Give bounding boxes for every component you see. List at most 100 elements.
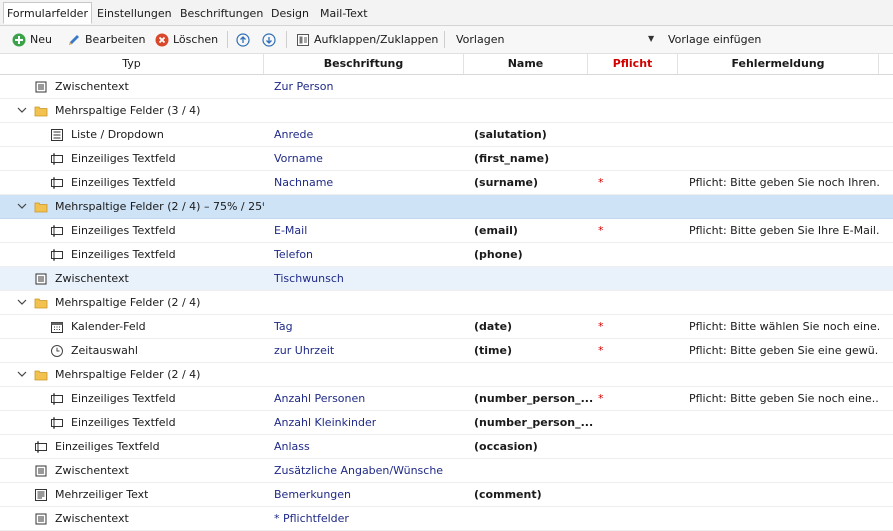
row-type: Zwischentext xyxy=(55,464,129,477)
insert-template-button[interactable]: Vorlage einfügen xyxy=(668,26,761,53)
row-caption: Bemerkungen xyxy=(274,488,352,501)
text-block-icon xyxy=(34,272,48,286)
tab-beschriftungen[interactable]: Beschriftungen xyxy=(180,3,263,24)
new-button-label: Neu xyxy=(30,33,52,46)
table-row[interactable]: Mehrspaltige Felder (3 / 4) xyxy=(0,99,893,123)
row-name: (email) xyxy=(474,224,518,237)
column-header-error[interactable]: Fehlermeldung xyxy=(678,54,879,74)
row-name: (date) xyxy=(474,320,513,333)
tab-mail-text[interactable]: Mail-Text xyxy=(320,3,368,24)
row-caption: Anzahl Personen xyxy=(274,392,366,405)
row-caption: zur Uhrzeit xyxy=(274,344,335,357)
tab-design[interactable]: Design xyxy=(271,3,309,24)
chevron-down-icon[interactable] xyxy=(17,201,27,211)
table-row[interactable]: Mehrspaltige Felder (2 / 4) xyxy=(0,291,893,315)
list-dropdown-icon xyxy=(50,128,64,142)
table-row[interactable]: Einzeiliges Textfeld Nachname (surname) … xyxy=(0,171,893,195)
arrow-up-icon xyxy=(236,32,250,47)
table-row[interactable]: Liste / Dropdown Anrede (salutation) xyxy=(0,123,893,147)
move-up-button[interactable] xyxy=(236,26,254,53)
calendar-icon xyxy=(50,320,64,334)
column-header: Typ Beschriftung Name Pflicht Fehlermeld… xyxy=(0,54,893,75)
table-row[interactable]: Zwischentext Zur Person xyxy=(0,75,893,99)
plus-circle-icon xyxy=(12,33,26,47)
table-row[interactable]: Einzeiliges Textfeld Anlass (occasion) xyxy=(0,435,893,459)
row-name: (number_person_... xyxy=(474,392,594,405)
table-row[interactable]: Zwischentext Zusätzliche Angaben/Wünsche xyxy=(0,459,893,483)
row-type: Zwischentext xyxy=(55,512,129,525)
chevron-down-icon[interactable]: ▼ xyxy=(648,34,654,43)
templates-dropdown[interactable]: Vorlagen xyxy=(456,26,504,53)
text-block-icon xyxy=(34,80,48,94)
row-caption: Nachname xyxy=(274,176,334,189)
column-header-typ[interactable]: Typ xyxy=(0,54,264,74)
text-field-icon xyxy=(50,392,64,406)
table-row[interactable]: Mehrspaltige Felder (2 / 4) – 75% / 25% xyxy=(0,195,893,219)
table-row[interactable]: Zwischentext Tischwunsch xyxy=(0,267,893,291)
table-row[interactable]: Kalender-Feld Tag (date) * Pflicht: Bitt… xyxy=(0,315,893,339)
row-type: Mehrzeiliger Text xyxy=(55,488,149,501)
row-required: * xyxy=(598,176,604,189)
new-button[interactable]: Neu xyxy=(12,26,52,53)
row-error: Pflicht: Bitte geben Sie noch Ihren... xyxy=(689,176,879,189)
multiline-text-icon xyxy=(34,488,48,502)
row-caption: Vorname xyxy=(274,152,323,165)
folder-icon xyxy=(34,104,48,118)
table-row[interactable]: Mehrspaltige Felder (2 / 4) xyxy=(0,363,893,387)
chevron-down-icon[interactable] xyxy=(17,369,27,379)
row-name: (comment) xyxy=(474,488,542,501)
tab-formularfelder[interactable]: Formularfelder xyxy=(3,2,92,24)
templates-label: Vorlagen xyxy=(456,33,505,46)
row-caption: Anzahl Kleinkinder xyxy=(274,416,377,429)
table-row[interactable]: Zwischentext * Pflichtfelder xyxy=(0,507,893,531)
table-row[interactable]: Einzeiliges Textfeld Anzahl Kleinkinder … xyxy=(0,411,893,435)
chevron-down-icon[interactable] xyxy=(17,105,27,115)
text-field-icon xyxy=(34,440,48,454)
arrow-down-icon xyxy=(262,32,276,47)
tab-einstellungen[interactable]: Einstellungen xyxy=(97,3,172,24)
text-field-icon xyxy=(50,416,64,430)
row-type: Mehrspaltige Felder (2 / 4) – 75% / 25% xyxy=(55,200,264,213)
row-type: Kalender-Feld xyxy=(71,320,146,333)
table-row[interactable]: Einzeiliges Textfeld E-Mail (email) * Pf… xyxy=(0,219,893,243)
row-type: Einzeiliges Textfeld xyxy=(71,224,176,237)
row-error: Pflicht: Bitte geben Sie Ihre E-Mail... xyxy=(689,224,879,237)
table-row[interactable]: Einzeiliges Textfeld Anzahl Personen (nu… xyxy=(0,387,893,411)
column-header-caption[interactable]: Beschriftung xyxy=(264,54,464,74)
toolbar: Neu Bearbeiten Löschen Aufklappen/Zuklap… xyxy=(0,26,893,54)
table-row[interactable]: Mehrzeiliger Text Bemerkungen (comment) xyxy=(0,483,893,507)
text-field-icon xyxy=(50,224,64,238)
delete-circle-icon xyxy=(155,33,169,47)
folder-icon xyxy=(34,368,48,382)
text-field-icon xyxy=(50,176,64,190)
delete-button[interactable]: Löschen xyxy=(155,26,218,53)
row-type: Zeitauswahl xyxy=(71,344,138,357)
row-required: * xyxy=(598,224,604,237)
delete-button-label: Löschen xyxy=(173,33,219,46)
row-required: * xyxy=(598,344,604,357)
row-caption: Zur Person xyxy=(274,80,334,93)
move-down-button[interactable] xyxy=(262,26,280,53)
row-caption: Telefon xyxy=(274,248,314,261)
toolbar-separator xyxy=(227,31,228,48)
row-caption: E-Mail xyxy=(274,224,308,237)
row-type: Liste / Dropdown xyxy=(71,128,164,141)
chevron-down-icon[interactable] xyxy=(17,297,27,307)
row-type: Mehrspaltige Felder (2 / 4) xyxy=(55,368,201,381)
table-row[interactable]: Einzeiliges Textfeld Telefon (phone) xyxy=(0,243,893,267)
row-caption: Tag xyxy=(274,320,293,333)
row-type: Einzeiliges Textfeld xyxy=(71,176,176,189)
text-field-icon xyxy=(50,248,64,262)
expand-collapse-button[interactable]: Aufklappen/Zuklappen xyxy=(296,26,438,53)
table-row[interactable]: Zeitauswahl zur Uhrzeit (time) * Pflicht… xyxy=(0,339,893,363)
row-type: Mehrspaltige Felder (3 / 4) xyxy=(55,104,201,117)
folder-icon xyxy=(34,296,48,310)
column-header-name[interactable]: Name xyxy=(464,54,588,74)
row-name: (first_name) xyxy=(474,152,550,165)
pencil-icon xyxy=(67,33,81,47)
table-row[interactable]: Einzeiliges Textfeld Vorname (first_name… xyxy=(0,147,893,171)
expand-collapse-icon xyxy=(296,33,310,47)
column-header-required[interactable]: Pflicht xyxy=(588,54,678,74)
expand-collapse-label: Aufklappen/Zuklappen xyxy=(314,33,439,46)
edit-button[interactable]: Bearbeiten xyxy=(67,26,145,53)
